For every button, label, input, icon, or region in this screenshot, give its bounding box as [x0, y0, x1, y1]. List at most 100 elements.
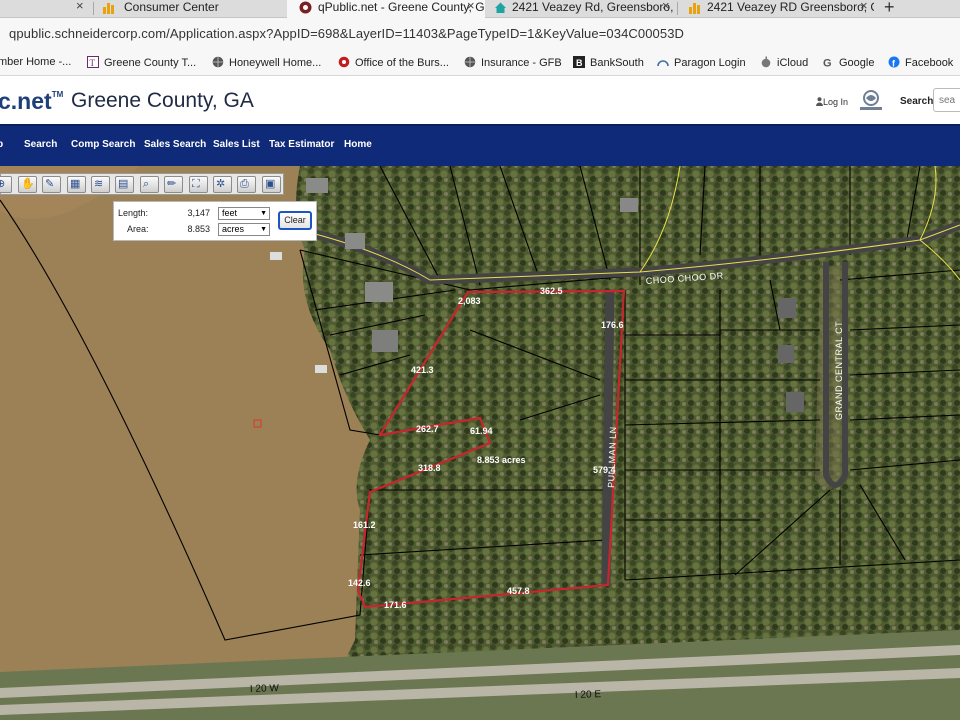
- site-header: c.netTM Greene County, GA Log In Search: [0, 77, 960, 124]
- globe-icon: [464, 56, 476, 68]
- erase-tool[interactable]: ✎: [42, 176, 61, 193]
- dimension-label: 171.6: [384, 600, 407, 610]
- bookmark-label: Insurance - GFB: [481, 57, 562, 69]
- dimension-label: 362.5: [540, 286, 563, 296]
- facebook-icon: f: [888, 56, 900, 68]
- tab-close-icon[interactable]: ×: [860, 0, 868, 13]
- google-icon: G: [823, 58, 832, 69]
- url-text[interactable]: qpublic.schneidercorp.com/Application.as…: [9, 26, 684, 41]
- bookmark-item[interactable]: iCloud: [760, 56, 808, 69]
- bookmarks-bar: mber Home -... T Greene County T... Honey…: [0, 50, 960, 76]
- bookmark-item[interactable]: Honeywell Home...: [212, 56, 321, 69]
- new-tab-button[interactable]: +: [884, 0, 895, 18]
- chevron-down-icon: ▼: [260, 226, 267, 233]
- buffer-tool[interactable]: ✲: [213, 176, 232, 193]
- dimension-label: 457.8: [507, 586, 530, 596]
- tab-label: 2421 Veazey RD Greensboro, G: [707, 0, 874, 14]
- svg-text:T: T: [90, 58, 96, 68]
- ruler-icon: ▤: [118, 178, 129, 190]
- eraser-icon: ✎: [45, 178, 55, 190]
- qpublic-logo[interactable]: c.netTM: [0, 88, 63, 115]
- length-label: Length:: [118, 208, 149, 218]
- browser-tab-qpublic[interactable]: qPublic.net - Greene County, G ×: [287, 0, 485, 18]
- buffer-icon: ✲: [216, 178, 226, 190]
- length-unit-select[interactable]: feet ▼: [218, 207, 270, 220]
- dimension-label: 161.2: [353, 520, 376, 530]
- length-value: 3,147: [187, 208, 210, 218]
- measure-tool[interactable]: ▤: [115, 176, 134, 193]
- select-tool[interactable]: ⛶: [189, 176, 208, 193]
- user-icon: [816, 97, 823, 106]
- apple-icon: [761, 56, 771, 68]
- nav-item-tax-estimator[interactable]: Tax Estimator: [269, 139, 334, 150]
- save-tool[interactable]: ▣: [262, 176, 281, 193]
- nav-item-sales-search[interactable]: Sales Search: [144, 139, 206, 150]
- nav-item-sales-list[interactable]: Sales List: [213, 139, 260, 150]
- bookmark-label: Google: [839, 57, 875, 69]
- tab-label: Consumer Center: [124, 0, 219, 14]
- layers-icon: ≋: [94, 178, 104, 190]
- save-icon: ▣: [265, 178, 276, 190]
- browser-tab-veazey-rd-2[interactable]: 2421 Veazey RD Greensboro, G ×: [678, 0, 874, 18]
- browser-tab-partial[interactable]: ×: [0, 0, 92, 18]
- road-label-i20-west: I 20 W: [250, 683, 280, 695]
- dimension-label: 262.7: [416, 424, 439, 434]
- header-search-input[interactable]: [933, 88, 960, 112]
- svg-text:B: B: [576, 58, 583, 68]
- magnifier-icon: ⌕: [143, 178, 150, 190]
- nav-item-comp-search[interactable]: Comp Search: [71, 139, 135, 150]
- aerial-map-canvas[interactable]: CHOO CHOO DR PULLMAN LN GRAND CENTRAL CT…: [0, 166, 960, 720]
- schneider-favicon: [299, 1, 312, 14]
- bookmark-item[interactable]: T Greene County T...: [87, 56, 196, 69]
- nav-item-search[interactable]: Search: [24, 139, 57, 150]
- bookmark-label: Paragon Login: [674, 57, 746, 69]
- tab-close-icon[interactable]: ×: [76, 0, 84, 13]
- layers-tool[interactable]: ≋: [91, 176, 110, 193]
- address-bar[interactable]: qpublic.schneidercorp.com/Application.as…: [0, 18, 960, 50]
- dimension-label: 2,083: [458, 296, 481, 306]
- home-icon: [495, 2, 506, 13]
- chevron-down-icon: ▼: [260, 210, 267, 217]
- draw-tool[interactable]: ✏: [164, 176, 183, 193]
- trademark-mark: TM: [51, 90, 64, 99]
- zoom-tool[interactable]: ⌕: [140, 176, 159, 193]
- tab-close-icon[interactable]: ×: [467, 0, 475, 13]
- print-icon: ⎙: [240, 178, 249, 190]
- bookmark-item[interactable]: Paragon Login: [657, 56, 746, 69]
- zoom-in-tool[interactable]: ⊕: [0, 176, 12, 193]
- road-label-i20-east: I 20 E: [575, 689, 602, 701]
- clear-button[interactable]: Clear: [278, 211, 312, 230]
- hand-icon: ✋: [21, 178, 35, 190]
- length-unit-value: feet: [222, 208, 238, 218]
- bookmark-item[interactable]: f Facebook: [888, 56, 953, 69]
- print-tool[interactable]: ⎙: [237, 176, 256, 193]
- select-icon: ⛶: [192, 178, 200, 190]
- identify-tool[interactable]: ▦: [67, 176, 86, 193]
- bookmark-item[interactable]: G Google: [822, 56, 874, 69]
- bookmark-label: mber Home -...: [0, 56, 72, 68]
- parcel-map[interactable]: CHOO CHOO DR PULLMAN LN GRAND CENTRAL CT…: [0, 166, 960, 720]
- dimension-label: 176.6: [601, 320, 624, 330]
- schneider-logo-icon: [860, 90, 882, 110]
- tab-close-icon[interactable]: ×: [662, 0, 670, 13]
- bookmark-item[interactable]: Insurance - GFB: [464, 56, 562, 69]
- nav-item-partial[interactable]: p: [0, 139, 3, 150]
- login-link[interactable]: Log In: [816, 97, 848, 107]
- bookmark-label: Greene County T...: [104, 57, 197, 69]
- bookmark-item[interactable]: mber Home -...: [0, 56, 71, 68]
- nav-item-home[interactable]: Home: [344, 139, 372, 150]
- office-icon: [338, 56, 350, 68]
- bookmark-label: iCloud: [777, 57, 809, 69]
- tab-label: 2421 Veazey Rd, Greensboro,: [512, 0, 674, 14]
- browser-tab-veazey-rd[interactable]: 2421 Veazey Rd, Greensboro, ×: [486, 0, 676, 18]
- pan-tool[interactable]: ✋: [18, 176, 37, 193]
- bookmark-item[interactable]: Office of the Burs...: [338, 56, 449, 69]
- area-unit-value: acres: [222, 224, 245, 234]
- area-unit-select[interactable]: acres ▼: [218, 223, 270, 236]
- bookmark-label: Facebook: [905, 57, 954, 69]
- bookmark-item[interactable]: B BankSouth: [573, 56, 644, 69]
- measure-panel: Length: 3,147 feet ▼ Area: 8.853 acres ▼ C…: [113, 201, 317, 241]
- grid-icon: ▦: [70, 178, 81, 190]
- dimension-label: 318.8: [418, 463, 441, 473]
- browser-tab-consumer-center[interactable]: Consumer Center: [94, 0, 286, 18]
